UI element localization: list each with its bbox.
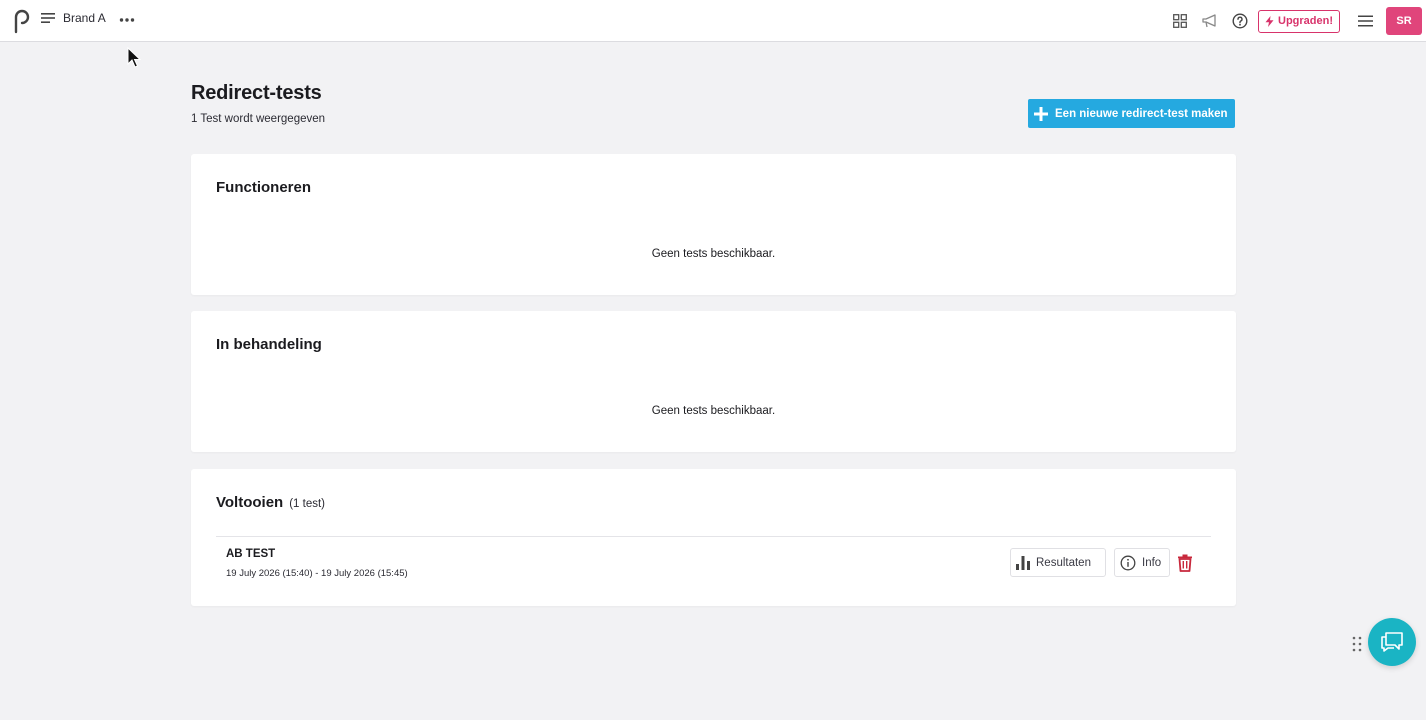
chat-icon <box>1381 632 1403 652</box>
page-subtitle: 1 Test wordt weergegeven <box>191 113 326 125</box>
pending-tests-card: In behandeling Geen tests beschikbaar. <box>191 311 1236 452</box>
help-icon <box>1232 13 1248 29</box>
top-right-actions: Upgraden! SR <box>1165 0 1426 42</box>
apps-grid-icon <box>1173 14 1187 28</box>
completed-tests-card: Voltooien (1 test) AB TEST 19 July 2026 (… <box>191 469 1236 606</box>
pending-empty-message: Geen tests beschikbaar. <box>651 405 776 417</box>
results-label: Resultaten <box>1036 556 1091 569</box>
page-title: Redirect-tests <box>191 82 322 104</box>
announcements-button[interactable] <box>1195 6 1225 36</box>
megaphone-icon <box>1202 14 1216 28</box>
running-empty-message: Geen tests beschikbaar. <box>651 248 776 260</box>
completed-section-title: Voltooien (1 test) <box>216 494 325 511</box>
trash-icon[interactable] <box>1176 554 1194 572</box>
brand-switcher[interactable]: Brand A <box>41 11 106 25</box>
test-name[interactable]: AB TEST <box>226 548 275 560</box>
avatar[interactable]: SR <box>1386 7 1422 35</box>
menu-icon <box>41 13 55 23</box>
completed-count: (1 test) <box>289 498 326 510</box>
more-icon[interactable] <box>119 12 135 28</box>
top-navigation-bar: Brand A Upgraden! SR <box>0 0 1426 42</box>
info-button[interactable]: Info <box>1114 548 1170 577</box>
results-button[interactable]: Resultaten <box>1010 548 1106 577</box>
info-icon <box>1120 555 1136 570</box>
help-button[interactable] <box>1225 6 1255 36</box>
test-dates: 19 July 2026 (15:40) - 19 July 2026 (15:… <box>226 568 408 579</box>
bar-chart-icon <box>1016 555 1030 570</box>
running-tests-card: Functioneren Geen tests beschikbaar. <box>191 154 1236 295</box>
plus-icon <box>1034 106 1048 121</box>
info-label: Info <box>1142 556 1162 569</box>
logo-icon[interactable] <box>12 8 30 34</box>
completed-title-text: Voltooien <box>216 494 284 511</box>
mouse-cursor-icon <box>127 47 141 68</box>
drag-handle-icon[interactable] <box>1352 636 1362 652</box>
upgrade-label: Upgraden! <box>1278 15 1333 27</box>
running-section-title: Functioneren <box>216 179 312 196</box>
upgrade-button[interactable]: Upgraden! <box>1258 9 1340 33</box>
pending-section-title: In behandeling <box>216 336 322 353</box>
apps-button[interactable] <box>1165 6 1195 36</box>
hamburger-icon <box>1357 15 1373 27</box>
section-divider <box>216 536 1211 537</box>
new-redirect-test-label: Een nieuwe redirect-test maken <box>1055 107 1228 120</box>
new-redirect-test-button[interactable]: Een nieuwe redirect-test maken <box>1028 99 1235 128</box>
main-menu-button[interactable] <box>1350 6 1380 36</box>
chat-button[interactable] <box>1368 618 1416 666</box>
lightning-icon <box>1265 15 1274 27</box>
brand-name: Brand A <box>63 11 106 25</box>
